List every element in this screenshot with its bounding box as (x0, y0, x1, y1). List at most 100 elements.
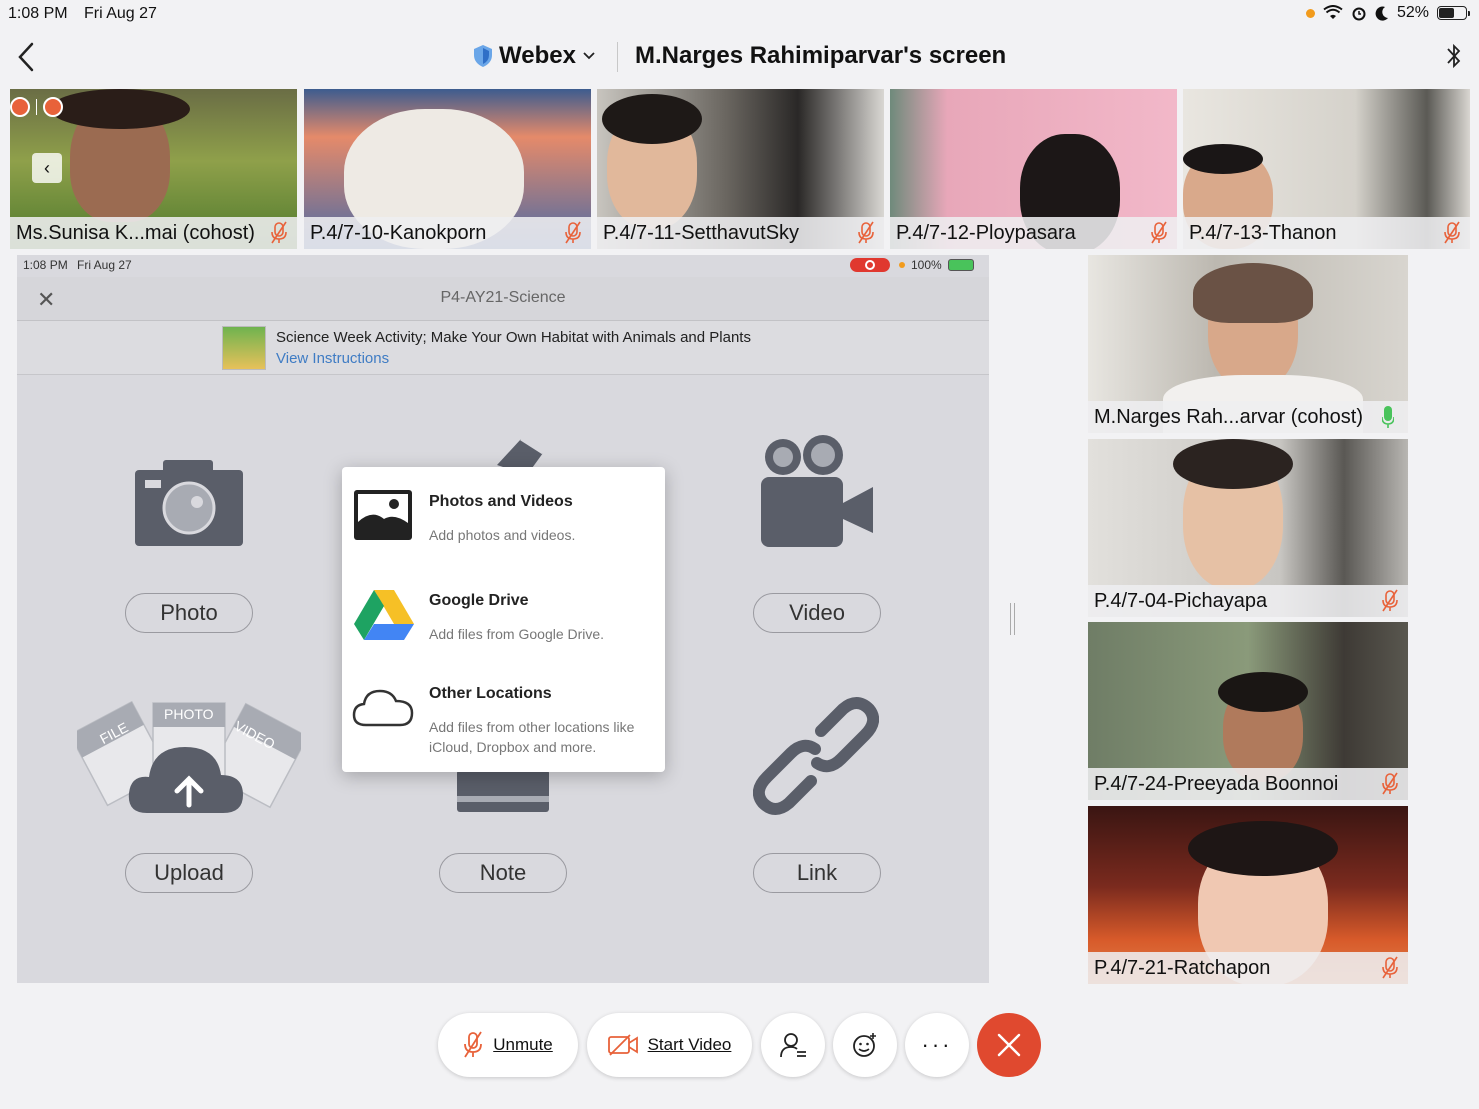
video-camera-icon[interactable] (761, 433, 877, 549)
option-subtitle: Add files from other locations like iClo… (429, 719, 635, 755)
option-title: Google Drive (429, 592, 529, 609)
more-options-button[interactable]: ··· (905, 1013, 969, 1077)
activity-thumbnail (222, 326, 266, 370)
participant-tile[interactable]: P.4/7-04-Pichayapa (1088, 439, 1408, 617)
camera-icon[interactable] (135, 460, 243, 546)
mic-muted-icon (858, 221, 874, 244)
participant-tile[interactable]: ‹ Ms.Sunisa K...mai (cohost) (10, 89, 297, 249)
chevron-down-icon (583, 52, 595, 60)
status-bar: 1:08 PM Fri Aug 27 52% (0, 0, 1479, 28)
status-time: 1:08 PM (8, 5, 68, 22)
previous-page-chevron-icon[interactable]: ‹ (32, 153, 62, 183)
shared-screen-title: M.Narges Rahimiparvar's screen (635, 42, 1007, 69)
start-video-button[interactable]: Start Video (587, 1013, 752, 1077)
close-icon (997, 1033, 1021, 1057)
record-icon[interactable] (10, 97, 30, 117)
photo-button[interactable]: Photo (125, 593, 253, 633)
shared-app-title: P4-AY21-Science (440, 289, 566, 306)
leave-meeting-button[interactable] (977, 1013, 1041, 1077)
participant-tile[interactable]: P.4/7-13-Thanon (1183, 89, 1470, 249)
status-indicators: 52% (1305, 4, 1470, 22)
mic-muted-icon (1151, 221, 1167, 244)
photos-and-videos-option[interactable]: Photos and Videos Add photos and videos. (342, 467, 665, 559)
shared-screen: 1:08 PM Fri Aug 27 100% ✕ P4-AY21-Scienc… (17, 255, 989, 983)
participant-name: P.4/7-11-SetthavutSky (597, 217, 884, 249)
option-subtitle: Add files from Google Drive. (429, 626, 605, 642)
battery-charging-icon (947, 259, 974, 271)
status-date: Fri Aug 27 (84, 5, 157, 22)
participant-tile[interactable]: P.4/7-11-SetthavutSky (597, 89, 884, 249)
google-drive-icon (354, 590, 414, 640)
app-switcher[interactable]: Webex (473, 42, 596, 70)
moon-icon (1375, 6, 1388, 21)
video-off-icon (607, 1034, 638, 1056)
participant-name: M.Narges Rah...arvar (cohost) (1088, 401, 1408, 433)
meeting-toolbar: Unmute Start Video ··· (0, 1013, 1479, 1077)
battery-icon (1437, 6, 1470, 20)
participant-tile[interactable]: P.4/7-12-Ploypasara (890, 89, 1177, 249)
mic-muted-icon (464, 1031, 483, 1058)
tile-controls (10, 97, 63, 117)
participant-tile-active-speaker[interactable]: M.Narges Rah...arvar (cohost) (1088, 255, 1408, 433)
more-ellipsis-icon: ··· (921, 1032, 953, 1057)
reactions-button[interactable] (833, 1013, 897, 1077)
participant-tile[interactable]: P.4/7-24-Preeyada Boonnoi (1088, 622, 1408, 800)
bluetooth-icon[interactable] (1445, 40, 1463, 72)
participant-name: P.4/7-04-Pichayapa (1088, 585, 1408, 617)
emoji-icon (853, 1033, 876, 1057)
stop-icon[interactable] (43, 97, 63, 117)
mic-indicator-icon (899, 262, 905, 268)
meeting-header: Webex M.Narges Rahimiparvar's screen (0, 28, 1479, 86)
unmute-button[interactable]: Unmute (438, 1013, 578, 1077)
back-chevron-icon[interactable] (14, 40, 38, 74)
cloud-icon (352, 689, 414, 727)
option-title: Other Locations (429, 685, 552, 702)
battery-percent: 52% (1396, 4, 1429, 21)
participant-name: P.4/7-24-Preeyada Boonnoi (1088, 768, 1408, 800)
shared-status-time: 1:08 PM (23, 258, 68, 272)
option-title: Photos and Videos (429, 493, 573, 510)
shared-status-right: 100% (899, 258, 974, 272)
screen-record-icon (850, 258, 890, 272)
shield-icon (474, 45, 492, 67)
split-view-handle[interactable] (1010, 603, 1015, 635)
participant-name: P.4/7-21-Ratchapon (1088, 952, 1408, 984)
note-button[interactable]: Note (439, 853, 567, 893)
view-instructions-link[interactable]: View Instructions (276, 350, 389, 367)
participant-strip: ‹ Ms.Sunisa K...mai (cohost) P.4/7-10-Ka… (10, 89, 1479, 249)
video-button[interactable]: Video (753, 593, 881, 633)
mic-active-icon (1382, 406, 1394, 428)
unmute-label: Unmute (493, 1035, 553, 1054)
shared-status-bar: 1:08 PM Fri Aug 27 100% (17, 255, 989, 277)
photo-tag: PHOTO (164, 706, 214, 722)
header-divider (617, 42, 618, 72)
activity-title: Science Week Activity; Make Your Own Hab… (276, 329, 751, 346)
add-file-popup: Photos and Videos Add photos and videos.… (342, 467, 665, 772)
participant-tile[interactable]: P.4/7-10-Kanokporn (304, 89, 591, 249)
upload-button[interactable]: Upload (125, 853, 253, 893)
shared-battery-percent: 100% (911, 258, 942, 272)
option-subtitle: Add photos and videos. (429, 527, 576, 543)
mic-muted-icon (1444, 221, 1460, 244)
activity-banner: Science Week Activity; Make Your Own Hab… (17, 321, 989, 375)
mic-muted-icon (1382, 772, 1398, 795)
participants-list-icon (780, 1033, 806, 1058)
shared-app-header: ✕ P4-AY21-Science (17, 277, 989, 321)
mic-indicator-icon (1305, 8, 1315, 18)
other-locations-option[interactable]: Other Locations Add files from other loc… (342, 659, 665, 755)
mic-muted-icon (1382, 956, 1398, 979)
link-button[interactable]: Link (753, 853, 881, 893)
photo-gallery-icon (354, 490, 412, 540)
note-icon (457, 770, 549, 812)
wifi-icon (1323, 5, 1343, 19)
google-drive-option[interactable]: Google Drive Add files from Google Drive… (342, 566, 665, 658)
participant-name: P.4/7-12-Ploypasara (890, 217, 1177, 249)
start-video-label: Start Video (647, 1035, 732, 1054)
participant-tile[interactable]: P.4/7-21-Ratchapon (1088, 806, 1408, 984)
mic-muted-icon (565, 221, 581, 244)
participant-name: P.4/7-13-Thanon (1183, 217, 1470, 249)
link-chain-icon[interactable] (753, 693, 879, 819)
participants-button[interactable] (761, 1013, 825, 1077)
participant-name: P.4/7-10-Kanokporn (304, 217, 591, 249)
mic-muted-icon (271, 221, 287, 244)
